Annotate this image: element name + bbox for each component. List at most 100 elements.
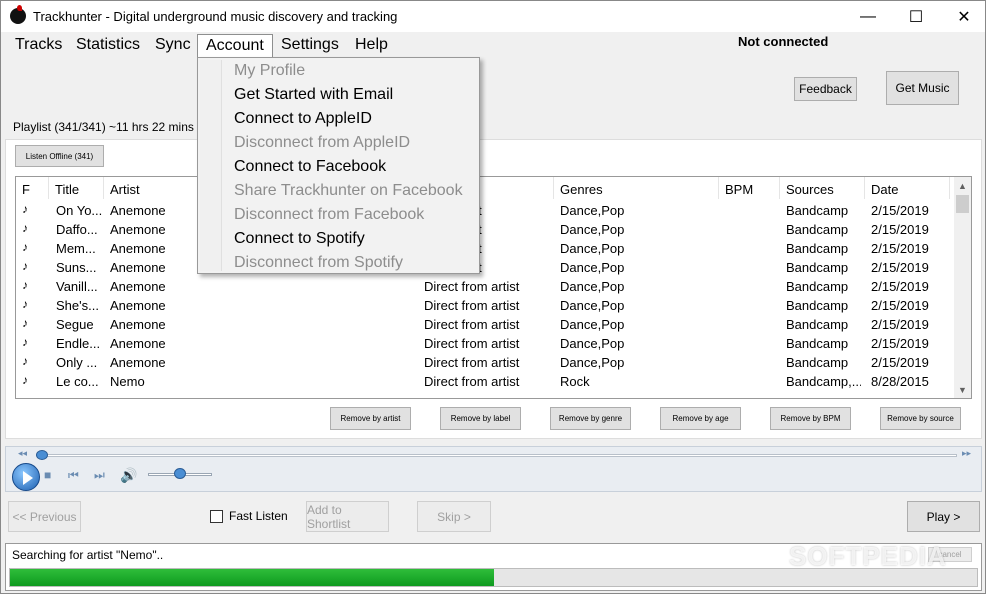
cell-date: 2/15/2019 [871, 222, 929, 237]
watermark: SOFTPEDIA [789, 541, 947, 571]
seek-track[interactable] [42, 454, 957, 457]
remove-by-genre-button[interactable]: Remove by genre [550, 407, 631, 430]
table-row[interactable]: ♪ She's... Anemone Direct from artist Dance,… [16, 296, 956, 315]
skip-button[interactable]: Skip > [417, 501, 491, 532]
volume-icon[interactable]: 🔊 [120, 467, 137, 484]
seek-slider-knob[interactable] [36, 450, 48, 460]
menu-connect-appleid[interactable]: Connect to AppleID [234, 110, 372, 128]
menu-tracks[interactable]: Tracks [7, 34, 70, 58]
remove-by-artist-button[interactable]: Remove by artist [330, 407, 411, 430]
playlist-summary: Playlist (341/341) ~11 hrs 22 mins 0 s [13, 120, 214, 134]
remove-by-source-button[interactable]: Remove by source [880, 407, 961, 430]
cell-date: 2/15/2019 [871, 203, 929, 218]
cell-title: Daffo... [56, 222, 98, 237]
close-button[interactable]: ✕ [941, 1, 986, 32]
menu-get-started-email[interactable]: Get Started with Email [234, 86, 393, 104]
table-row[interactable]: ♪ Le co... Nemo Direct from artist Rock Bandc… [16, 372, 956, 391]
music-note-icon: ♪ [22, 202, 28, 216]
remove-by-age-button[interactable]: Remove by age [660, 407, 741, 430]
maximize-button[interactable]: ☐ [893, 1, 939, 32]
cell-artist: Anemone [110, 336, 166, 351]
cell-label: Direct from artist [424, 336, 520, 351]
previous-button[interactable]: << Previous [8, 501, 81, 532]
cell-sources: Bandcamp [786, 298, 849, 313]
previous-track-icon[interactable]: ⏮ [68, 468, 79, 483]
column-header-genres[interactable]: Genres [554, 177, 719, 199]
remove-by-bpm-button[interactable]: Remove by BPM [770, 407, 851, 430]
cell-genres: Dance,Pop [560, 222, 625, 237]
cell-sources: Bandcamp,... [786, 374, 861, 389]
music-note-icon: ♪ [22, 316, 28, 330]
cell-genres: Dance,Pop [560, 260, 625, 275]
table-row[interactable]: ♪ Only ... Anemone Direct from artist Dance,… [16, 353, 956, 372]
scroll-down-icon[interactable]: ▼ [954, 381, 971, 398]
next-track-icon[interactable]: ⏭ [94, 468, 105, 483]
table-row[interactable]: ♪Suns...Anemonefrom artistDance,PopBandc… [16, 258, 956, 277]
feedback-button[interactable]: Feedback [794, 77, 857, 101]
cell-title: Only ... [56, 355, 98, 370]
menu-settings[interactable]: Settings [273, 34, 347, 58]
table-row[interactable]: ♪ Endle... Anemone Direct from artist Dance,… [16, 334, 956, 353]
cell-sources: Bandcamp [786, 279, 849, 294]
seek-forward-icon[interactable]: ▸▸ [962, 448, 971, 459]
menu-disconnect-spotify: Disconnect from Spotify [234, 254, 403, 271]
table-row[interactable]: ♪ Vanill... Anemone Direct from artist Dance… [16, 277, 956, 296]
cell-date: 2/15/2019 [871, 298, 929, 313]
play-button[interactable]: Play > [907, 501, 980, 532]
music-note-icon: ♪ [22, 240, 28, 254]
table-scrollbar[interactable]: ▲ ▼ [954, 177, 971, 398]
music-note-icon: ♪ [22, 297, 28, 311]
table-row[interactable]: ♪On Yo...Anemonefrom artistDance,PopBand… [16, 201, 956, 220]
menu-connect-spotify[interactable]: Connect to Spotify [234, 230, 365, 248]
table-row[interactable]: ♪Daffo...Anemonefrom artistDance,PopBand… [16, 220, 956, 239]
menu-account[interactable]: Account [197, 34, 273, 58]
music-note-icon: ♪ [22, 373, 28, 387]
stop-icon[interactable]: ■ [44, 468, 51, 482]
scroll-thumb[interactable] [956, 195, 969, 213]
scroll-up-icon[interactable]: ▲ [954, 177, 971, 194]
cell-artist: Anemone [110, 241, 166, 256]
volume-slider-knob[interactable] [174, 468, 186, 479]
title-bar: Trackhunter - Digital underground music … [1, 1, 985, 32]
music-note-icon: ♪ [22, 221, 28, 235]
menu-my-profile: My Profile [234, 62, 306, 79]
column-header-date[interactable]: Date [865, 177, 950, 199]
listen-offline-button[interactable]: Listen Offline (341) [15, 145, 104, 167]
menu-connect-facebook[interactable]: Connect to Facebook [234, 158, 386, 176]
menu-disconnect-facebook: Disconnect from Facebook [234, 206, 425, 223]
cell-title: Le co... [56, 374, 99, 389]
cell-sources: Bandcamp [786, 317, 849, 332]
media-player-bar: ◂◂ ▸▸ ■ ⏮ ⏭ 🔊 [5, 446, 982, 492]
play-icon[interactable] [12, 463, 40, 491]
column-header-sources[interactable]: Sources [780, 177, 865, 199]
fast-listen-checkbox[interactable] [210, 510, 223, 523]
add-to-shortlist-button[interactable]: Add to Shortlist [306, 501, 389, 532]
column-header-f[interactable]: F [16, 177, 49, 199]
app-window: Trackhunter - Digital underground music … [0, 0, 986, 594]
table-row[interactable]: ♪ Segue Anemone Direct from artist Dance,Pop… [16, 315, 956, 334]
remove-by-label-button[interactable]: Remove by label [440, 407, 521, 430]
column-header-title[interactable]: Title [49, 177, 104, 199]
minimize-button[interactable]: — [845, 1, 891, 32]
cell-title: Vanill... [56, 279, 98, 294]
menu-share-facebook: Share Trackhunter on Facebook [234, 182, 463, 199]
menu-statistics[interactable]: Statistics [68, 34, 148, 58]
cell-artist: Nemo [110, 374, 145, 389]
column-header-bpm[interactable]: BPM [719, 177, 780, 199]
menu-disconnect-appleid: Disconnect from AppleID [234, 134, 411, 151]
cell-label: Direct from artist [424, 298, 520, 313]
menu-help[interactable]: Help [347, 34, 396, 58]
tracks-table[interactable]: F Title Artist Genres BPM Sources Date ♪… [15, 176, 972, 399]
app-logo-icon [10, 5, 26, 24]
music-note-icon: ♪ [22, 259, 28, 273]
cell-label: Direct from artist [424, 279, 520, 294]
seek-back-icon[interactable]: ◂◂ [18, 448, 27, 459]
get-music-button[interactable]: Get Music [886, 71, 959, 105]
cell-title: Endle... [56, 336, 101, 351]
menu-sync[interactable]: Sync [147, 34, 199, 58]
cell-sources: Bandcamp [786, 241, 849, 256]
table-row[interactable]: ♪Mem...Anemonefrom artistDance,PopBandca… [16, 239, 956, 258]
cell-genres: Dance,Pop [560, 298, 625, 313]
cell-artist: Anemone [110, 355, 166, 370]
window-title: Trackhunter - Digital underground music … [33, 9, 398, 24]
